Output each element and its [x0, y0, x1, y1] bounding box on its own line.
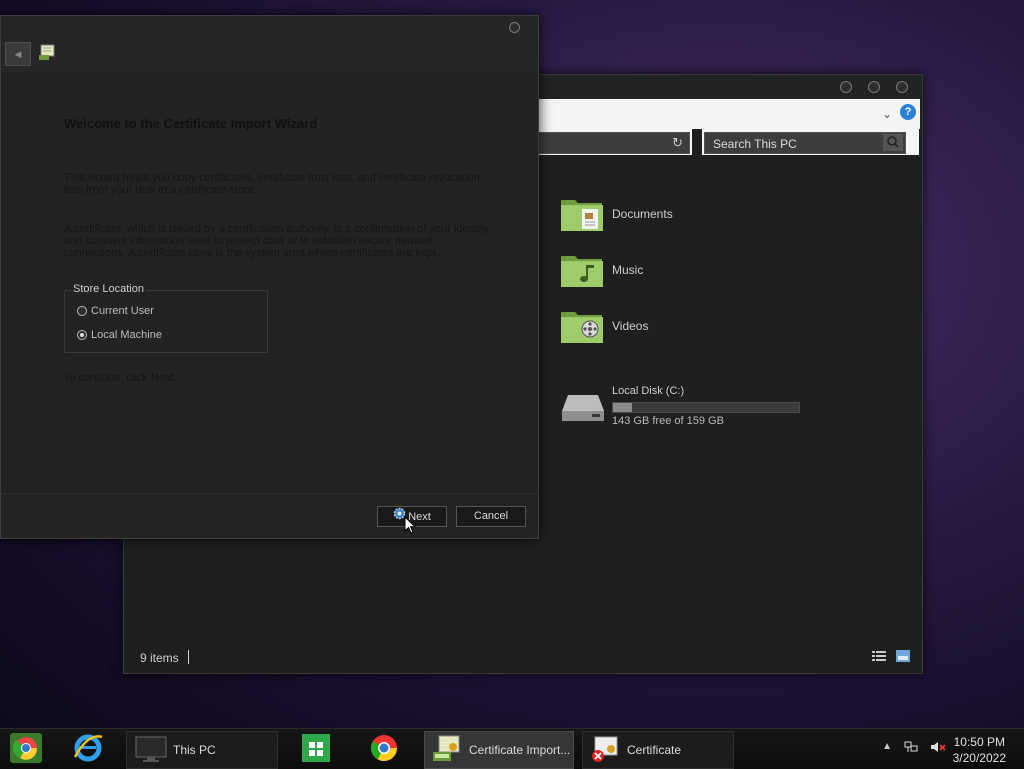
large-icons-view-icon[interactable]	[896, 650, 910, 662]
taskbar-this-pc[interactable]: This PC	[126, 731, 278, 769]
search-icon[interactable]	[883, 134, 903, 151]
radio-label: Local Machine	[91, 329, 162, 341]
refresh-icon[interactable]: ↻	[672, 135, 683, 151]
mouse-cursor-icon	[404, 515, 417, 537]
chrome-app-icon	[8, 731, 44, 768]
taskbar-label: Certificate	[627, 743, 682, 757]
help-icon[interactable]: ?	[900, 104, 916, 120]
certificate-import-wizard: ◀ Welcome to the Certificate Import Wiza…	[0, 15, 539, 539]
store-icon	[298, 731, 334, 768]
wizard-header: ◀	[1, 16, 538, 72]
clock-time: 10:50 PM	[953, 735, 1005, 749]
clock-date: 3/20/2022	[952, 751, 1006, 765]
store-location-legend: Store Location	[71, 283, 146, 295]
certificate-error-icon	[589, 734, 621, 767]
folder-videos[interactable]: Videos	[560, 307, 648, 345]
taskbar: This PC Certificate Import... Certificat…	[0, 728, 1024, 769]
taskbar-chrome-alt[interactable]	[8, 731, 44, 767]
network-icon[interactable]	[904, 741, 918, 756]
music-folder-icon	[560, 251, 604, 289]
disk-free-text: 143 GB free of 159 GB	[612, 415, 724, 427]
taskbar-certificate[interactable]: Certificate	[582, 731, 734, 769]
taskbar-internet-explorer[interactable]	[70, 731, 106, 767]
expand-ribbon-icon[interactable]: ⌄	[882, 107, 892, 121]
disk-usage-fill	[613, 403, 632, 412]
internet-explorer-icon	[70, 731, 106, 768]
continue-instruction: To continue, click Next.	[64, 372, 177, 384]
folder-label: Videos	[612, 319, 649, 333]
taskbar-store[interactable]	[298, 731, 334, 767]
radio-indicator[interactable]	[77, 306, 87, 316]
folder-label: Music	[612, 263, 644, 277]
certificate-import-icon	[429, 734, 463, 767]
radio-local-machine[interactable]: Local Machine	[77, 329, 162, 341]
disk-name: Local Disk (C:)	[612, 385, 685, 397]
wizard-description-text: A certificate, which is issued by a cert…	[64, 223, 489, 259]
show-hidden-icons-icon[interactable]: ▲	[882, 741, 892, 756]
taskbar-label: Certificate Import...	[469, 743, 571, 757]
certificate-wizard-icon	[38, 43, 56, 61]
close-button[interactable]	[896, 81, 908, 93]
details-view-icon[interactable]	[872, 650, 886, 662]
cancel-button[interactable]: Cancel	[456, 506, 526, 527]
system-tray: ▲	[882, 741, 946, 756]
back-button[interactable]: ◀	[5, 42, 31, 66]
system-clock[interactable]: 10:50 PM 3/20/2022	[953, 734, 1006, 766]
wizard-intro-text: This wizard helps you copy certificates,…	[64, 172, 480, 196]
taskbar-chrome[interactable]	[366, 731, 402, 767]
monitor-icon	[135, 735, 167, 766]
status-divider	[188, 650, 189, 664]
radio-label: Current User	[91, 305, 154, 317]
wizard-close-button[interactable]	[509, 22, 520, 33]
radio-current-user[interactable]: Current User	[77, 305, 154, 317]
search-input[interactable]	[711, 134, 875, 153]
search-area	[702, 129, 919, 155]
volume-muted-icon[interactable]	[930, 741, 946, 756]
folder-documents[interactable]: Documents	[560, 195, 673, 233]
status-bar: 9 items	[124, 643, 922, 673]
item-count: 9 items	[140, 651, 179, 665]
minimize-button[interactable]	[840, 81, 852, 93]
hard-drive-icon	[560, 393, 606, 423]
disk-usage-bar	[612, 402, 800, 413]
folder-music[interactable]: Music	[560, 251, 643, 289]
maximize-button[interactable]	[868, 81, 880, 93]
wizard-footer: Next Cancel	[1, 493, 538, 538]
wizard-title: Welcome to the Certificate Import Wizard	[64, 116, 318, 131]
taskbar-label: This PC	[173, 743, 216, 757]
documents-folder-icon	[560, 195, 604, 233]
videos-folder-icon	[560, 307, 604, 345]
chrome-icon	[366, 731, 402, 768]
folder-label: Documents	[612, 207, 673, 221]
taskbar-certificate-import[interactable]: Certificate Import...	[424, 731, 574, 769]
search-box[interactable]	[704, 132, 906, 154]
store-location-group: Store Location Current User Local Machin…	[64, 283, 268, 353]
radio-indicator-selected[interactable]	[77, 330, 87, 340]
